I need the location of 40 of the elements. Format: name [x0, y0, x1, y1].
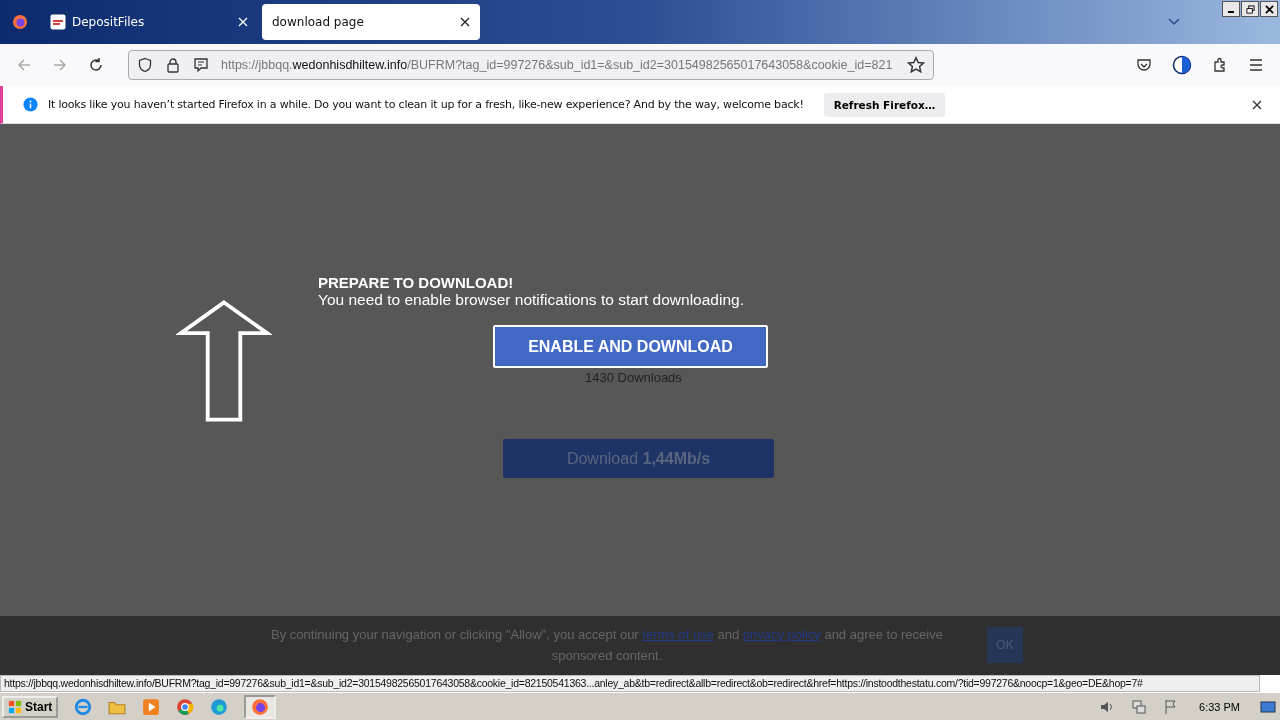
- favicon-icon: [50, 14, 66, 30]
- close-icon[interactable]: [1252, 99, 1262, 110]
- chrome-icon[interactable]: [176, 697, 195, 716]
- clock: 6:33 PM: [1199, 700, 1240, 713]
- firefox-icon[interactable]: [12, 14, 28, 30]
- notification-message: You need to enable browser notifications to start downloading.: [318, 291, 744, 309]
- tab-list-icon[interactable]: [1168, 18, 1180, 26]
- enable-and-download-button[interactable]: ENABLE AND DOWNLOAD: [493, 325, 768, 368]
- close-button[interactable]: [1260, 1, 1278, 17]
- contrast-icon[interactable]: [1172, 55, 1192, 75]
- address-bar[interactable]: https://jbbqq.wedonhisdhiltew.info/BUFRM?tag_id=997276&sub_id1=&sub_id2=30154982565017643058&cookie_id=821: [128, 50, 934, 80]
- firefox-icon: [251, 697, 270, 716]
- start-button[interactable]: Start: [2, 695, 59, 718]
- close-icon: [1264, 4, 1274, 14]
- minimize-button[interactable]: [1222, 1, 1240, 17]
- windows-logo-icon: [8, 699, 22, 714]
- puzzle-icon[interactable]: [1212, 57, 1228, 73]
- media-player-icon[interactable]: [142, 697, 161, 716]
- close-icon[interactable]: [460, 17, 470, 27]
- bookmark-star-icon[interactable]: [907, 56, 925, 74]
- reader-icon[interactable]: [193, 57, 209, 73]
- browser-tab[interactable]: DepositFiles: [40, 4, 258, 40]
- firefox-taskbar-button[interactable]: [244, 694, 277, 719]
- menu-icon[interactable]: [1248, 57, 1264, 73]
- refresh-firefox-button[interactable]: Refresh Firefox…: [823, 92, 946, 117]
- pocket-icon[interactable]: [1136, 57, 1152, 73]
- restore-icon: [1245, 4, 1255, 14]
- reload-icon[interactable]: [88, 57, 104, 73]
- minimize-icon: [1228, 10, 1234, 13]
- browser-tab[interactable]: download page: [262, 4, 480, 40]
- info-icon: [23, 97, 38, 112]
- network-icon[interactable]: [1131, 698, 1148, 715]
- restore-button[interactable]: [1241, 1, 1259, 17]
- notification-text: It looks like you haven’t started Firefox in a while. Do you want to clean it up for a fresh, like-new experience? And by the way, welcome back!: [48, 98, 804, 111]
- show-desktop-icon[interactable]: [1260, 698, 1276, 715]
- download-heading: PREPARE TO DOWNLOAD!: [318, 274, 514, 291]
- lock-icon[interactable]: [165, 57, 181, 73]
- status-url: https://jbbqq.wedonhisdhiltew.info/BUFRM?tag_id=997276&sub_id1=&sub_id2=30154982565017643058&cookie_id=82150541363...anley_ab&tb=redirect&allb=redirect&ob=redirect&href=https://instoodthestatu.com/?tid=997276&noocp=1&geo=DE&hop=7#: [0, 675, 1260, 692]
- shield-icon[interactable]: [137, 57, 153, 73]
- url-text: https://jbbqq.wedonhisdhiltew.info/BUFRM?tag_id=997276&sub_id1=&sub_id2=30154982565017643058&cookie_id=821: [221, 58, 894, 72]
